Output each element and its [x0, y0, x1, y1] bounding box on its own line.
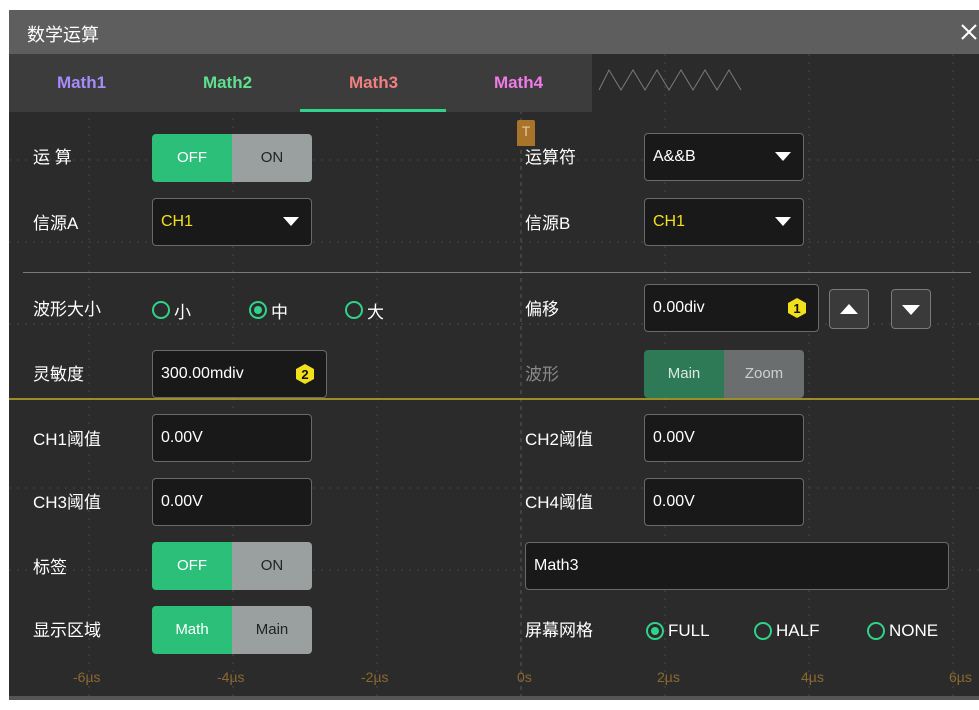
display-area-toggle: Math Main [152, 606, 312, 654]
ch1-threshold-value: 0.00V [161, 429, 203, 446]
grid-label: 屏幕网格 [525, 621, 593, 640]
wave-size-medium-label: 中 [271, 302, 288, 322]
label-text-value: Math3 [534, 557, 579, 574]
label-text-input[interactable]: Math3 [525, 542, 949, 590]
time-axis-label: 6µs [949, 669, 972, 685]
grid-full-label: FULL [668, 621, 710, 640]
operation-off-option[interactable]: OFF [152, 134, 232, 182]
operator-value: A&&B [653, 148, 696, 165]
math-tabs: Math1 Math2 Math3 Math4 [9, 54, 592, 112]
tab-math1[interactable]: Math1 [9, 54, 154, 112]
wave-size-large-label: 大 [367, 302, 384, 322]
dialog-title: 数学运算 [27, 25, 99, 45]
source-a-label: 信源A [33, 214, 79, 233]
offset-down-button[interactable] [891, 289, 931, 329]
ch4-threshold-input[interactable]: 0.00V [644, 478, 804, 526]
ch4-threshold-label: CH4阈值 [525, 493, 594, 512]
ch1-threshold-label: CH1阈值 [33, 430, 102, 449]
sensitivity-input[interactable]: 300.00mdiv 2 [152, 350, 327, 398]
ch3-threshold-label: CH3阈值 [33, 493, 102, 512]
grid-none-label: NONE [889, 621, 939, 640]
source-a-dropdown[interactable]: CH1 [152, 198, 312, 246]
operation-label: 运 算 [33, 148, 72, 167]
time-axis-label: -2µs [361, 669, 389, 685]
wave-size-large-radio[interactable]: 大 [345, 298, 384, 322]
operation-on-option[interactable]: ON [232, 134, 312, 182]
waveform-label: 波形 [525, 365, 559, 384]
offset-label: 偏移 [525, 300, 559, 319]
radio-icon [152, 301, 170, 319]
display-area-label: 显示区域 [33, 621, 101, 640]
chevron-down-icon [775, 217, 791, 226]
title-bar: 数学运算 [9, 10, 979, 54]
waveform-zoom-option[interactable]: Zoom [724, 350, 804, 398]
time-axis-label: -6µs [73, 669, 101, 685]
close-icon[interactable] [959, 22, 979, 42]
tab-math4[interactable]: Math4 [446, 54, 591, 112]
time-axis-label: 2µs [657, 669, 680, 685]
chevron-down-icon [283, 217, 299, 226]
wave-size-small-radio[interactable]: 小 [152, 298, 191, 322]
knob-2-icon: 2 [296, 364, 314, 384]
time-axis-label: 0s [517, 669, 532, 685]
label-label: 标签 [33, 558, 67, 577]
radio-selected-icon [249, 301, 267, 319]
offset-up-button[interactable] [829, 289, 869, 329]
grid-none-radio[interactable]: NONE [867, 619, 938, 643]
knob-1-icon: 1 [788, 298, 806, 318]
active-tab-indicator [300, 109, 446, 112]
bottom-strip [9, 696, 979, 700]
knob-1-number: 1 [793, 301, 800, 316]
wave-size-medium-radio[interactable]: 中 [249, 298, 288, 322]
ch3-threshold-input[interactable]: 0.00V [152, 478, 312, 526]
waveform-main-option[interactable]: Main [644, 350, 724, 398]
sensitivity-value: 300.00mdiv [161, 365, 244, 382]
label-off-option[interactable]: OFF [152, 542, 232, 590]
knob-2-number: 2 [301, 367, 308, 382]
arrow-down-icon [902, 305, 920, 315]
source-b-value: CH1 [653, 213, 686, 230]
source-a-value: CH1 [161, 213, 194, 230]
time-axis-label: -4µs [217, 669, 245, 685]
operator-dropdown[interactable]: A&&B [644, 133, 804, 181]
chevron-down-icon [775, 152, 791, 161]
arrow-up-icon [840, 304, 858, 314]
ch3-threshold-value: 0.00V [161, 493, 203, 510]
wave-size-label: 波形大小 [33, 300, 101, 319]
source-b-dropdown[interactable]: CH1 [644, 198, 804, 246]
display-area-math-option[interactable]: Math [152, 606, 232, 654]
wave-size-small-label: 小 [174, 302, 191, 322]
ch1-threshold-input[interactable]: 0.00V [152, 414, 312, 462]
source-b-label: 信源B [525, 214, 571, 233]
offset-value: 0.00div [653, 299, 705, 316]
radio-icon [867, 622, 885, 640]
label-on-option[interactable]: ON [232, 542, 312, 590]
math-dialog: T 数学运算 Math1 Math2 Math3 Math4 运 算 OFF O… [9, 10, 979, 700]
waveform-toggle: Main Zoom [644, 350, 804, 398]
grid-half-radio[interactable]: HALF [754, 619, 819, 643]
offset-input[interactable]: 0.00div 1 [644, 284, 819, 332]
display-area-main-option[interactable]: Main [232, 606, 312, 654]
tab-math3[interactable]: Math3 [301, 54, 446, 112]
sensitivity-label: 灵敏度 [33, 365, 84, 384]
section-divider [23, 272, 971, 273]
radio-icon [754, 622, 772, 640]
ch2-threshold-input[interactable]: 0.00V [644, 414, 804, 462]
radio-selected-icon [646, 622, 664, 640]
radio-icon [345, 301, 363, 319]
ch1-trace [9, 398, 979, 400]
grid-full-radio[interactable]: FULL [646, 619, 710, 643]
trigger-marker[interactable]: T [517, 120, 535, 146]
operation-toggle: OFF ON [152, 134, 312, 182]
label-toggle: OFF ON [152, 542, 312, 590]
time-axis-label: 4µs [801, 669, 824, 685]
tab-math2[interactable]: Math2 [155, 54, 300, 112]
ch2-threshold-label: CH2阈值 [525, 430, 594, 449]
grid-half-label: HALF [776, 621, 820, 640]
operator-label: 运算符 [525, 148, 576, 167]
ch4-threshold-value: 0.00V [653, 493, 695, 510]
ch2-threshold-value: 0.00V [653, 429, 695, 446]
